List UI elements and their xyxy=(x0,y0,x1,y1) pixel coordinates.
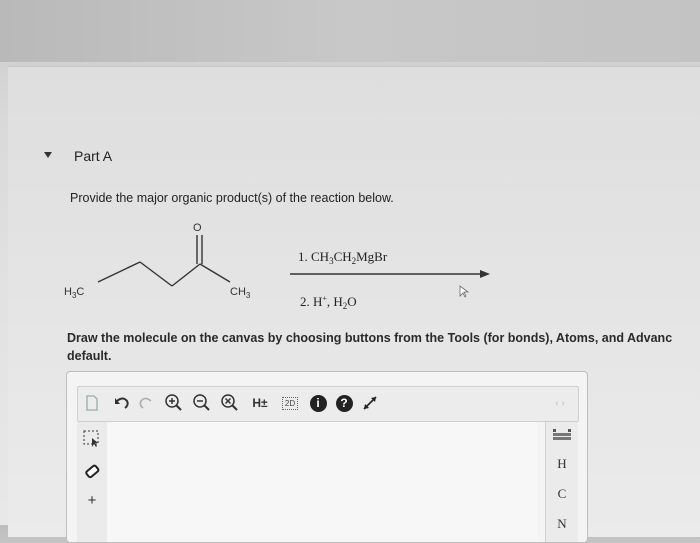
new-document-icon[interactable] xyxy=(80,390,104,416)
reaction-arrow-head xyxy=(480,270,490,278)
reagent-step-2: 2. H+, H2O xyxy=(300,294,357,311)
editor-toolbar: H± 2D i ? ‹ › xyxy=(77,386,579,422)
question-prompt: Provide the major organic product(s) of … xyxy=(70,191,394,205)
molecule-editor: H± 2D i ? ‹ › + H C N xyxy=(66,371,588,543)
fullscreen-icon[interactable] xyxy=(358,390,382,416)
molecule-skeleton xyxy=(97,235,231,287)
atom-carbon-button[interactable]: C xyxy=(546,486,578,502)
atom-nitrogen-button[interactable]: N xyxy=(546,516,578,532)
charge-plus-button[interactable]: + xyxy=(77,492,107,509)
bond-2 xyxy=(139,261,173,287)
view-2d-button[interactable]: 2D xyxy=(278,390,302,416)
instructions-line-2: default. xyxy=(67,349,112,363)
instructions-line-1: Draw the molecule on the canvas by choos… xyxy=(67,331,673,345)
undo-icon[interactable] xyxy=(110,390,134,416)
right-methyl-label: CH3 xyxy=(230,286,251,300)
reaction-svg: O H3C CH3 1. CH3CH2MgBr 2. H+, H2O xyxy=(64,222,490,311)
collapse-caret-icon[interactable] xyxy=(44,152,52,158)
redo-icon[interactable] xyxy=(134,390,158,416)
info-icon: i xyxy=(309,394,327,412)
bond-1 xyxy=(97,261,141,283)
left-tool-column: + xyxy=(77,422,108,542)
atom-hydrogen-button[interactable]: H xyxy=(546,456,578,472)
help-icon: ? xyxy=(335,394,353,412)
selection-tool-icon[interactable] xyxy=(83,430,101,453)
zoom-out-icon[interactable] xyxy=(190,390,214,416)
reagent-step-1: 1. CH3CH2MgBr xyxy=(298,249,388,266)
browser-top-band xyxy=(0,0,700,62)
periodic-table-icon[interactable] xyxy=(553,428,571,446)
expand-arrows-icon[interactable]: ‹ › xyxy=(548,390,572,416)
part-title: Part A xyxy=(74,148,113,164)
zoom-in-icon[interactable] xyxy=(162,390,186,416)
oxygen-label: O xyxy=(193,222,202,234)
bond-3 xyxy=(171,263,201,287)
clear-canvas-icon[interactable] xyxy=(218,390,242,416)
help-button[interactable]: ? xyxy=(332,390,356,416)
reaction-scheme: O H3C CH3 1. CH3CH2MgBr 2. H+, H2O xyxy=(60,218,520,318)
bond-4 xyxy=(199,263,231,283)
eraser-icon[interactable] xyxy=(83,462,101,485)
drawing-instructions: Draw the molecule on the canvas by choos… xyxy=(67,329,700,365)
atoms-column: H C N xyxy=(545,422,578,542)
toggle-hydrogens-button[interactable]: H± xyxy=(246,390,274,416)
view-2d-label: 2D xyxy=(281,396,299,410)
drawing-canvas[interactable] xyxy=(107,422,537,542)
mouse-cursor-icon xyxy=(459,285,470,298)
left-methyl-label: H3C xyxy=(64,286,84,300)
info-button[interactable]: i xyxy=(306,390,330,416)
